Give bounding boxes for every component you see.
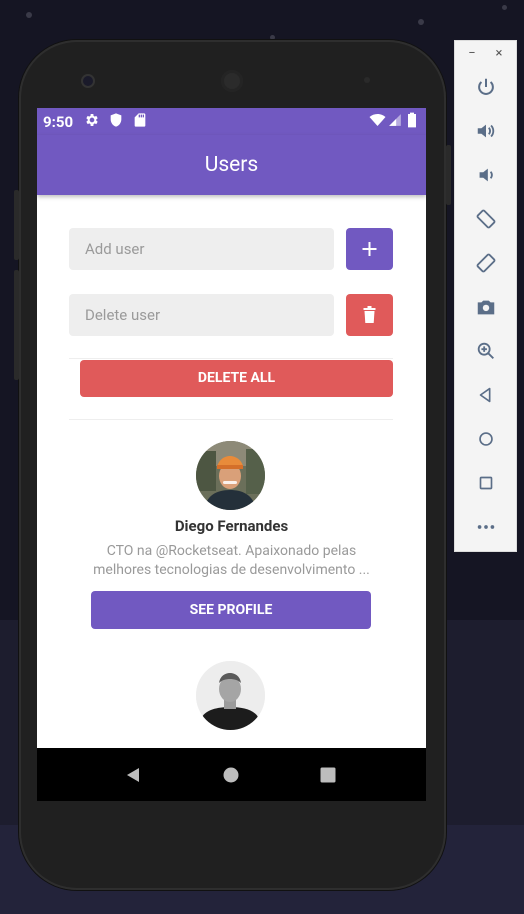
divider (69, 419, 393, 420)
back-triangle-icon (127, 767, 139, 782)
phone-screen: 9:50 Users Add user Delete user DELETE A… (37, 108, 426, 801)
phone-side-button (14, 190, 19, 260)
power-button[interactable] (474, 75, 498, 99)
sensor (364, 77, 370, 83)
delete-all-button[interactable]: DELETE ALL (80, 360, 393, 397)
volume-down-button[interactable] (474, 163, 498, 187)
zoom-button[interactable] (474, 339, 498, 363)
avatar (196, 441, 265, 510)
signal-icon (389, 114, 401, 126)
delete-user-button[interactable] (346, 294, 393, 336)
zoom-icon (477, 342, 494, 359)
volume-up-icon (477, 124, 495, 138)
earpiece (221, 70, 243, 92)
rotate-right-button[interactable] (474, 251, 498, 275)
sd-card-icon (134, 113, 146, 127)
nav-back-button[interactable] (111, 748, 155, 801)
nav-recents-button[interactable] (306, 748, 350, 801)
trash-icon (363, 306, 376, 323)
status-bar: 9:50 (37, 108, 426, 135)
rotate-left-button[interactable] (474, 207, 498, 231)
nav-home-button[interactable] (209, 748, 253, 801)
delete-user-input[interactable]: Delete user (69, 294, 334, 336)
panel-home-button[interactable] (474, 427, 498, 451)
close-button[interactable]: × (492, 46, 506, 61)
more-icon (477, 525, 495, 529)
avatar (196, 661, 265, 730)
battery-icon (408, 112, 416, 128)
recents-square-icon (320, 767, 336, 782)
power-icon (478, 78, 494, 95)
emulator-control-panel: − × (454, 40, 517, 552)
home-icon (479, 432, 493, 446)
background-dot (418, 19, 424, 25)
panel-overview-button[interactable] (474, 471, 498, 495)
volume-up-button[interactable] (474, 119, 498, 143)
app-bar: Users (37, 135, 426, 195)
see-profile-button[interactable]: SEE PROFILE (91, 591, 371, 629)
rotate-left-icon (476, 209, 496, 229)
panel-back-button[interactable] (474, 383, 498, 407)
phone-side-button (14, 270, 19, 380)
phone-side-button (446, 145, 451, 205)
wifi-icon (369, 114, 386, 126)
overview-icon (479, 476, 493, 490)
rotate-right-icon (476, 253, 496, 273)
more-button[interactable] (474, 515, 498, 539)
screenshot-button[interactable] (474, 295, 498, 319)
divider (69, 358, 393, 359)
plus-icon (362, 242, 377, 256)
user-name: Diego Fernandes (174, 517, 289, 535)
status-time: 9:50 (43, 113, 74, 131)
minimize-button[interactable]: − (465, 46, 479, 61)
volume-down-icon (479, 168, 493, 182)
camera-icon (477, 300, 495, 315)
back-icon (479, 387, 491, 403)
background-dot (502, 5, 507, 10)
settings-icon (86, 114, 98, 126)
shield-icon (110, 113, 122, 127)
add-user-input[interactable]: Add user (69, 228, 334, 270)
add-user-button[interactable] (346, 228, 393, 270)
navigation-bar (37, 748, 426, 801)
front-camera (83, 76, 93, 86)
home-circle-icon (223, 767, 239, 782)
user-bio: CTO na @Rocketseat. Apaixonado pelas mel… (93, 543, 370, 578)
page-title: Users (204, 153, 259, 177)
background-dot (26, 12, 32, 18)
